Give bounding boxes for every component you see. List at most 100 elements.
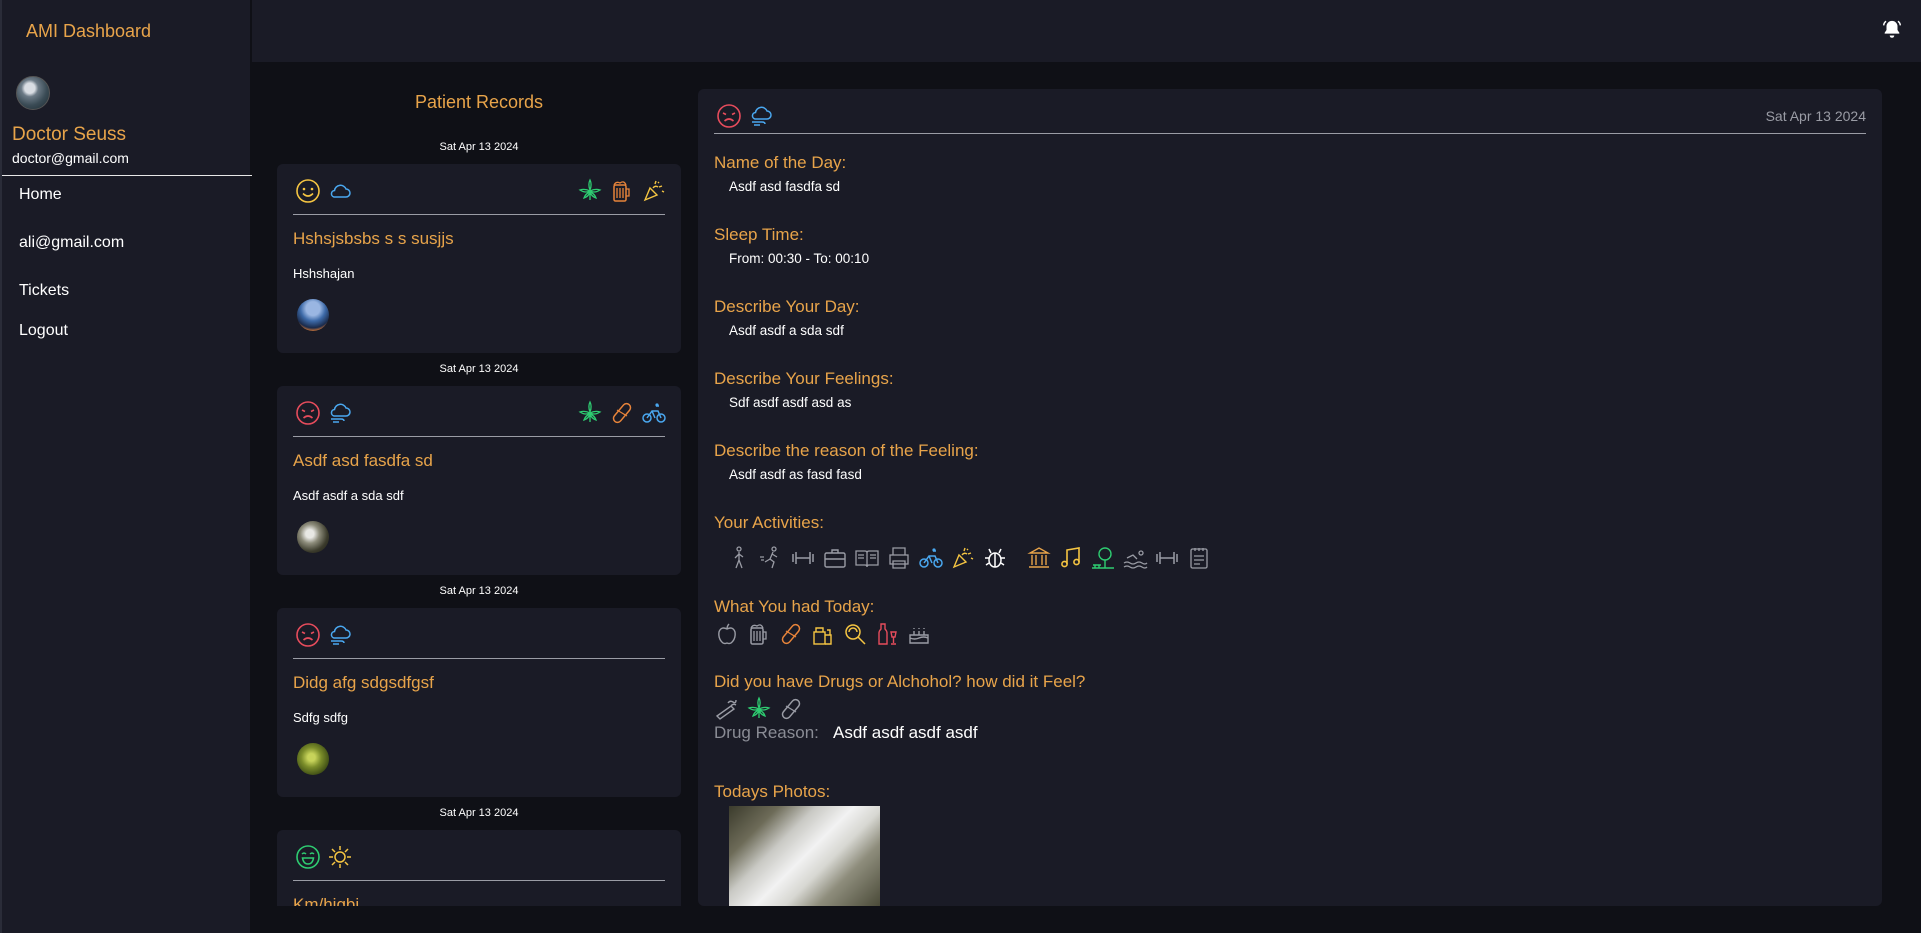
describe-day-label: Describe Your Day: [714,297,860,316]
feeling-reason-label: Describe the reason of the Feeling: [714,441,979,460]
windy-cloud-icon [330,403,351,423]
food-icons [714,621,932,647]
top-bar [252,0,1921,62]
windy-cloud-icon [751,106,772,126]
food-label: What You had Today: [714,597,875,616]
record-date: Sat Apr 13 2024 [439,363,519,375]
gym-icon [1156,552,1178,564]
record-date: Sat Apr 13 2024 [439,807,519,819]
record-card[interactable]: Km/higbi [277,830,681,906]
bug-icon [985,548,1005,568]
pill-icon [612,402,632,424]
describe-feelings-label: Describe Your Feelings: [714,369,894,388]
read-icon [855,550,879,568]
gym-icon [792,552,814,564]
music-icon [1061,547,1080,568]
sidebar: AMI Dashboard Doctor Seuss doctor@gmail.… [0,0,252,933]
sidebar-item-patient[interactable]: ali@gmail.com [19,234,124,252]
sad-face-icon [717,104,741,128]
record-detail-panel: Sat Apr 13 2024 Name of the Day: Asdf as… [698,89,1882,906]
detail-divider [714,133,1866,134]
pill-icon [781,623,801,645]
laughing-face-icon [296,845,320,869]
bike-icon [919,548,943,568]
name-of-day-label: Name of the Day: [714,153,847,172]
print-icon [889,547,909,569]
windy-cloud-icon [330,625,351,645]
sidebar-item-tickets[interactable]: Tickets [19,282,69,300]
work-icon [824,549,846,568]
bike-icon [642,403,666,423]
beer-icon [750,624,767,645]
card-divider [293,436,665,437]
sleep-time-value: From: 00:30 - To: 00:10 [729,251,870,266]
cannabis-icon [578,400,602,422]
cannabis-icon [578,178,602,200]
day-photo[interactable] [729,806,880,906]
sad-face-icon [296,401,320,425]
record-card[interactable]: Hshsjsbsbs s s susjjs Hshshajan [277,164,681,353]
notes-icon [1190,548,1208,569]
record-title: Asdf asd fasdfa sd [293,451,433,470]
building-icon [1027,547,1051,568]
describe-day-value: Asdf asdf a sda sdf [729,323,844,338]
records-title: Patient Records [414,92,544,112]
card-divider [293,880,665,881]
record-photo-thumbnail[interactable] [297,521,329,553]
sidebar-item-logout[interactable]: Logout [19,322,68,340]
feeling-reason-value: Asdf asdf as fasd fasd [729,467,862,482]
apple-icon [718,623,736,645]
run-icon [760,546,778,569]
record-card[interactable]: Didg afg sdgsdfgsf Sdfg sdfg [277,608,681,797]
sidebar-item-home[interactable]: Home [19,186,62,204]
record-card[interactable]: Asdf asd fasdfa sd Asdf asdf a sda sdf [277,386,681,575]
record-title: Didg afg sdgsdfgsf [293,673,434,692]
wine-icon [878,623,897,645]
app-brand[interactable]: AMI Dashboard [26,21,151,42]
user-email: doctor@gmail.com [12,150,129,166]
detail-date: Sat Apr 13 2024 [1765,108,1866,124]
sleep-time-label: Sleep Time: [714,225,804,244]
beer-icon [613,181,630,202]
cannabis-icon [747,696,771,718]
record-text: Sdfg sdfg [293,710,348,725]
walk-icon [734,546,744,569]
record-photo-thumbnail[interactable] [297,743,329,775]
describe-feelings-value: Sdf asdf asdf asd as [729,395,852,410]
sad-face-icon [296,623,320,647]
app-root: AMI Dashboard Doctor Seuss doctor@gmail.… [0,0,1921,933]
cloud-icon [330,184,351,198]
name-of-day-value: Asdf asd fasdfa sd [729,179,841,194]
card-divider [293,658,665,659]
pill-icon [781,698,801,720]
sun-icon [329,846,351,868]
user-name: Doctor Seuss [12,124,127,145]
drugs-icons [714,696,804,722]
party-icon [643,180,665,202]
drug-reason-label: Drug Reason: [714,723,819,742]
lollipop-icon [845,624,866,645]
activities-icons [726,545,1212,571]
activities-label: Your Activities: [714,513,824,532]
record-text: Hshshajan [293,266,355,281]
food-icon [813,627,832,645]
avatar[interactable] [16,76,50,110]
record-date: Sat Apr 13 2024 [439,141,519,153]
drugs-label: Did you have Drugs or Alchohol? how did … [714,672,1086,691]
drug-reason-value: Asdf asdf asdf asdf [833,723,978,742]
smoke-icon [715,699,737,720]
record-text: Asdf asdf a sda sdf [293,488,404,503]
swim-icon [1123,550,1148,569]
park-icon [1092,547,1114,569]
cake-icon [909,628,929,644]
sidebar-divider [2,175,252,176]
record-photo-thumbnail[interactable] [297,299,329,331]
record-date: Sat Apr 13 2024 [439,585,519,597]
record-title: Hshsjsbsbs s s susjjs [293,229,454,248]
party-icon [952,547,974,569]
notification-bell-icon[interactable] [1881,19,1903,41]
photos-label: Todays Photos: [714,782,831,801]
card-divider [293,214,665,215]
smile-icon [296,179,320,203]
record-title: Km/higbi [293,895,360,906]
